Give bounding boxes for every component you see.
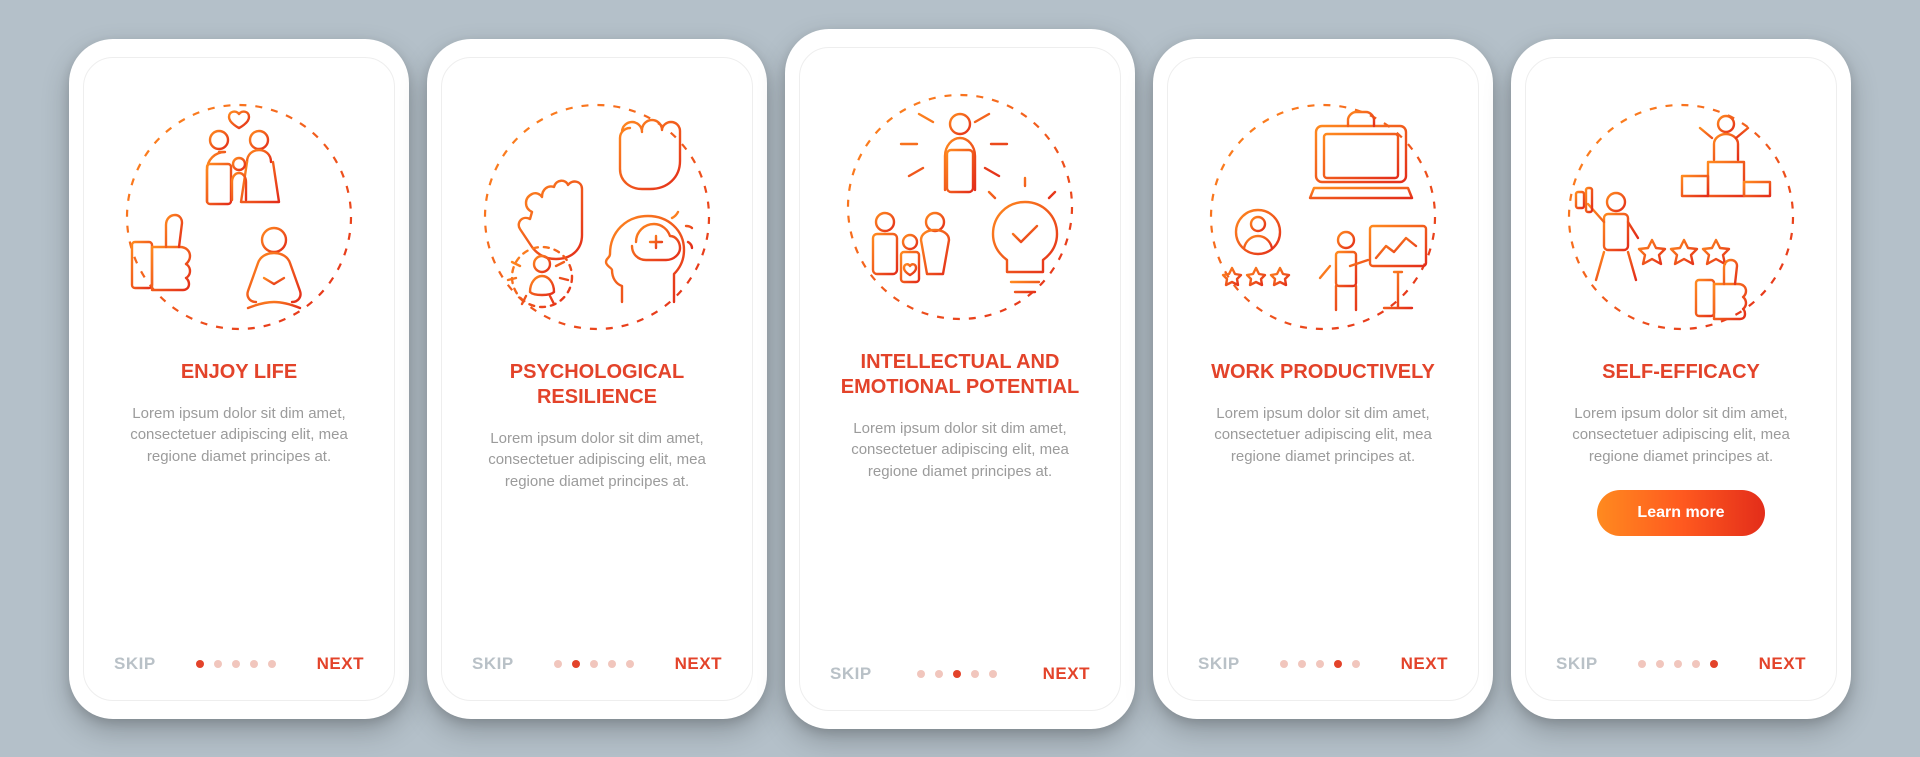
page-dot[interactable] [626, 660, 634, 668]
page-dot[interactable] [1316, 660, 1324, 668]
next-button[interactable]: NEXT [1043, 664, 1090, 684]
onboarding-footer: SKIP NEXT [472, 654, 722, 674]
next-button[interactable]: NEXT [1401, 654, 1448, 674]
screen-title: Self-Efficacy [1602, 360, 1760, 385]
onboarding-screen: Work Productively Lorem ipsum dolor sit … [1167, 57, 1479, 701]
page-dot[interactable] [1692, 660, 1700, 668]
screen-description: Lorem ipsum dolor sit dim amet, consecte… [472, 428, 722, 493]
psychological-resilience-icon [472, 92, 722, 342]
screen-description: Lorem ipsum dolor sit dim amet, consecte… [114, 403, 364, 468]
page-dot[interactable] [1334, 660, 1342, 668]
enjoy-life-icon [114, 92, 364, 342]
page-dot[interactable] [196, 660, 204, 668]
self-efficacy-icon [1556, 92, 1806, 342]
page-dot[interactable] [250, 660, 258, 668]
page-dot[interactable] [608, 660, 616, 668]
skip-button[interactable]: SKIP [472, 654, 514, 674]
page-dot[interactable] [971, 670, 979, 678]
onboarding-phone-2: Psychological Resilience Lorem ipsum dol… [427, 39, 767, 719]
page-dot[interactable] [554, 660, 562, 668]
page-dot[interactable] [1298, 660, 1306, 668]
skip-button[interactable]: SKIP [114, 654, 156, 674]
skip-button[interactable]: SKIP [1556, 654, 1598, 674]
page-dot[interactable] [1280, 660, 1288, 668]
onboarding-footer: SKIP NEXT [830, 664, 1090, 684]
page-dot[interactable] [1638, 660, 1646, 668]
screen-description: Lorem ipsum dolor sit dim amet, consecte… [1556, 403, 1806, 468]
screen-description: Lorem ipsum dolor sit dim amet, consecte… [835, 418, 1085, 483]
page-dot[interactable] [1352, 660, 1360, 668]
skip-button[interactable]: SKIP [1198, 654, 1240, 674]
page-dot[interactable] [232, 660, 240, 668]
page-dot[interactable] [953, 670, 961, 678]
onboarding-footer: SKIP NEXT [1198, 654, 1448, 674]
page-dot[interactable] [1674, 660, 1682, 668]
page-indicator [1638, 660, 1718, 668]
page-dot[interactable] [214, 660, 222, 668]
screen-title: Enjoy Life [181, 360, 297, 385]
next-button[interactable]: NEXT [675, 654, 722, 674]
next-button[interactable]: NEXT [1759, 654, 1806, 674]
onboarding-phone-5: Self-Efficacy Lorem ipsum dolor sit dim … [1511, 39, 1851, 719]
onboarding-screen: Enjoy Life Lorem ipsum dolor sit dim ame… [83, 57, 395, 701]
page-dot[interactable] [590, 660, 598, 668]
onboarding-phone-1: Enjoy Life Lorem ipsum dolor sit dim ame… [69, 39, 409, 719]
page-dot[interactable] [1710, 660, 1718, 668]
onboarding-footer: SKIP NEXT [1556, 654, 1806, 674]
onboarding-screen: Intellectual and Emotional Potential Lor… [799, 47, 1121, 711]
onboarding-footer: SKIP NEXT [114, 654, 364, 674]
page-dot[interactable] [917, 670, 925, 678]
page-indicator [554, 660, 634, 668]
page-indicator [917, 670, 997, 678]
page-dot[interactable] [989, 670, 997, 678]
page-indicator [196, 660, 276, 668]
onboarding-phone-3: Intellectual and Emotional Potential Lor… [785, 29, 1135, 729]
learn-more-button[interactable]: Learn more [1597, 490, 1764, 536]
work-productively-icon [1198, 92, 1448, 342]
page-dot[interactable] [572, 660, 580, 668]
onboarding-screen: Self-Efficacy Lorem ipsum dolor sit dim … [1525, 57, 1837, 701]
intellectual-emotional-icon [835, 82, 1085, 332]
screen-title: Psychological Resilience [467, 360, 727, 410]
page-dot[interactable] [1656, 660, 1664, 668]
next-button[interactable]: NEXT [317, 654, 364, 674]
screen-description: Lorem ipsum dolor sit dim amet, consecte… [1198, 403, 1448, 468]
page-dot[interactable] [935, 670, 943, 678]
skip-button[interactable]: SKIP [830, 664, 872, 684]
screen-title: Intellectual and Emotional Potential [830, 350, 1090, 400]
onboarding-phone-4: Work Productively Lorem ipsum dolor sit … [1153, 39, 1493, 719]
screen-title: Work Productively [1211, 360, 1435, 385]
page-dot[interactable] [268, 660, 276, 668]
page-indicator [1280, 660, 1360, 668]
onboarding-screen: Psychological Resilience Lorem ipsum dol… [441, 57, 753, 701]
